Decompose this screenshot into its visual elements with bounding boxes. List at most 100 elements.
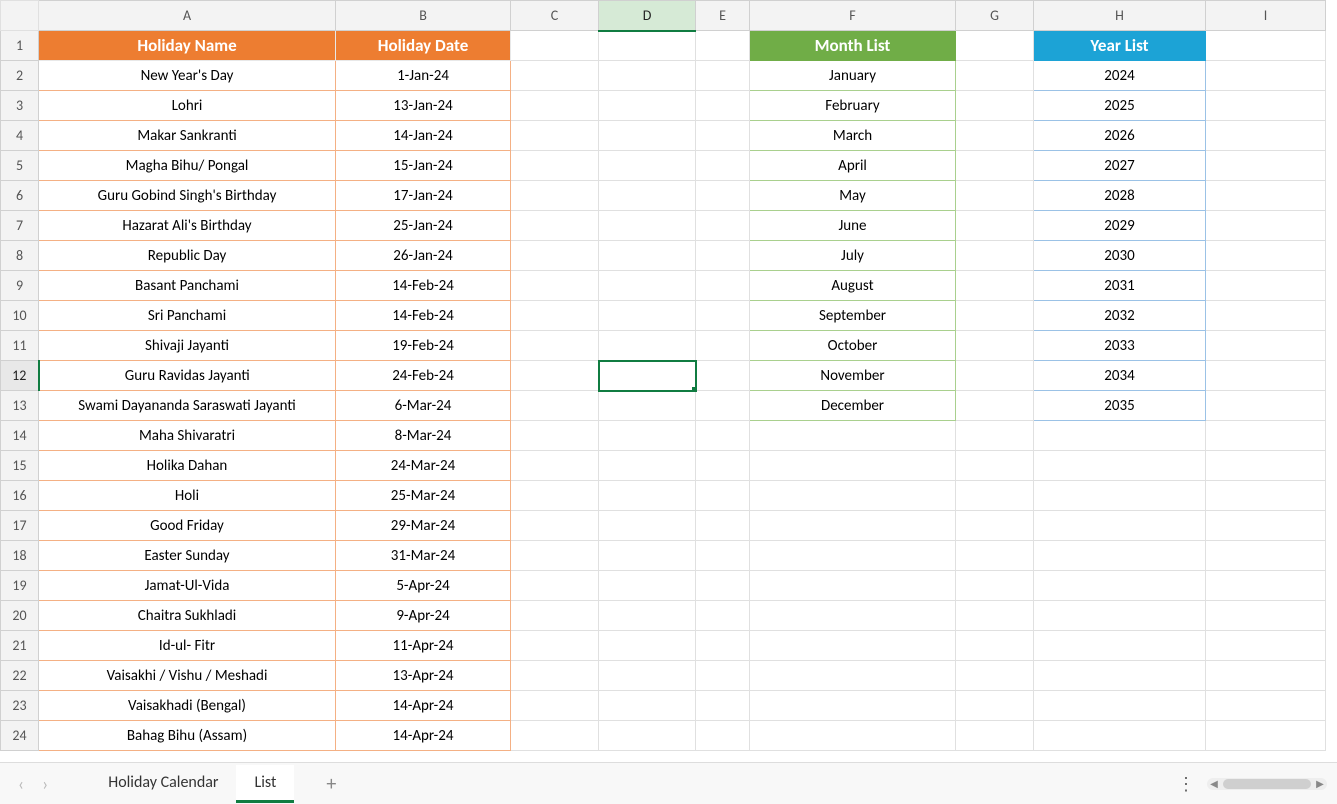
cell-G2[interactable] — [956, 61, 1034, 91]
cell-E23[interactable] — [696, 691, 750, 721]
cell-B14[interactable]: 8-Mar-24 — [336, 421, 511, 451]
cell-I19[interactable] — [1206, 571, 1326, 601]
cell-F16[interactable] — [750, 481, 956, 511]
cell-E14[interactable] — [696, 421, 750, 451]
cell-D13[interactable] — [599, 391, 696, 421]
row-header-3[interactable]: 3 — [1, 91, 39, 121]
cell-D14[interactable] — [599, 421, 696, 451]
cell-A6[interactable]: Guru Gobind Singh's Birthday — [39, 181, 336, 211]
cell-C21[interactable] — [511, 631, 599, 661]
cell-I18[interactable] — [1206, 541, 1326, 571]
sheet-tab-holiday-calendar[interactable]: Holiday Calendar — [90, 765, 236, 803]
cell-B18[interactable]: 31-Mar-24 — [336, 541, 511, 571]
cell-D8[interactable] — [599, 241, 696, 271]
cell-H1[interactable]: Year List — [1034, 31, 1206, 61]
cell-E24[interactable] — [696, 721, 750, 751]
add-sheet-button[interactable]: + — [318, 768, 344, 800]
cell-G4[interactable] — [956, 121, 1034, 151]
cell-A12[interactable]: Guru Ravidas Jayanti — [39, 361, 336, 391]
cell-H10[interactable]: 2032 — [1034, 301, 1206, 331]
row-header-22[interactable]: 22 — [1, 661, 39, 691]
cell-F3[interactable]: February — [750, 91, 956, 121]
cell-I22[interactable] — [1206, 661, 1326, 691]
cell-C1[interactable] — [511, 31, 599, 61]
cell-I5[interactable] — [1206, 151, 1326, 181]
cell-B20[interactable]: 9-Apr-24 — [336, 601, 511, 631]
cell-A20[interactable]: Chaitra Sukhladi — [39, 601, 336, 631]
cell-D11[interactable] — [599, 331, 696, 361]
row-header-10[interactable]: 10 — [1, 301, 39, 331]
row-header-15[interactable]: 15 — [1, 451, 39, 481]
cell-F4[interactable]: March — [750, 121, 956, 151]
cell-G21[interactable] — [956, 631, 1034, 661]
cell-C5[interactable] — [511, 151, 599, 181]
cell-B22[interactable]: 13-Apr-24 — [336, 661, 511, 691]
cell-A17[interactable]: Good Friday — [39, 511, 336, 541]
cell-F20[interactable] — [750, 601, 956, 631]
cell-G6[interactable] — [956, 181, 1034, 211]
cell-C22[interactable] — [511, 661, 599, 691]
cell-H6[interactable]: 2028 — [1034, 181, 1206, 211]
cell-F11[interactable]: October — [750, 331, 956, 361]
cell-H24[interactable] — [1034, 721, 1206, 751]
row-header-23[interactable]: 23 — [1, 691, 39, 721]
cell-A22[interactable]: Vaisakhi / Vishu / Meshadi — [39, 661, 336, 691]
cell-E16[interactable] — [696, 481, 750, 511]
cell-G14[interactable] — [956, 421, 1034, 451]
row-header-8[interactable]: 8 — [1, 241, 39, 271]
cell-E20[interactable] — [696, 601, 750, 631]
cell-H11[interactable]: 2033 — [1034, 331, 1206, 361]
cell-E9[interactable] — [696, 271, 750, 301]
row-header-1[interactable]: 1 — [1, 31, 39, 61]
cell-I20[interactable] — [1206, 601, 1326, 631]
cell-F10[interactable]: September — [750, 301, 956, 331]
cell-H23[interactable] — [1034, 691, 1206, 721]
cell-C8[interactable] — [511, 241, 599, 271]
cell-E22[interactable] — [696, 661, 750, 691]
cell-C16[interactable] — [511, 481, 599, 511]
cell-C6[interactable] — [511, 181, 599, 211]
cell-G16[interactable] — [956, 481, 1034, 511]
cell-A1[interactable]: Holiday Name — [39, 31, 336, 61]
cell-H18[interactable] — [1034, 541, 1206, 571]
cell-I6[interactable] — [1206, 181, 1326, 211]
cell-A21[interactable]: Id-ul- Fitr — [39, 631, 336, 661]
cell-D1[interactable] — [599, 31, 696, 61]
cell-B21[interactable]: 11-Apr-24 — [336, 631, 511, 661]
cell-I1[interactable] — [1206, 31, 1326, 61]
column-header-D[interactable]: D — [599, 1, 696, 31]
cell-I24[interactable] — [1206, 721, 1326, 751]
cell-F21[interactable] — [750, 631, 956, 661]
tab-next-icon[interactable]: › — [34, 771, 56, 797]
cell-H20[interactable] — [1034, 601, 1206, 631]
cell-D3[interactable] — [599, 91, 696, 121]
row-header-4[interactable]: 4 — [1, 121, 39, 151]
cell-H14[interactable] — [1034, 421, 1206, 451]
cell-B8[interactable]: 26-Jan-24 — [336, 241, 511, 271]
cell-D20[interactable] — [599, 601, 696, 631]
cell-G20[interactable] — [956, 601, 1034, 631]
cell-I9[interactable] — [1206, 271, 1326, 301]
cell-C20[interactable] — [511, 601, 599, 631]
cell-B24[interactable]: 14-Apr-24 — [336, 721, 511, 751]
cell-D12[interactable] — [599, 361, 696, 391]
cell-H7[interactable]: 2029 — [1034, 211, 1206, 241]
cell-I15[interactable] — [1206, 451, 1326, 481]
cell-I16[interactable] — [1206, 481, 1326, 511]
cell-G17[interactable] — [956, 511, 1034, 541]
cell-I14[interactable] — [1206, 421, 1326, 451]
row-header-18[interactable]: 18 — [1, 541, 39, 571]
cell-E4[interactable] — [696, 121, 750, 151]
cell-C4[interactable] — [511, 121, 599, 151]
cell-I13[interactable] — [1206, 391, 1326, 421]
cell-E13[interactable] — [696, 391, 750, 421]
cell-E3[interactable] — [696, 91, 750, 121]
cell-G13[interactable] — [956, 391, 1034, 421]
row-header-14[interactable]: 14 — [1, 421, 39, 451]
cell-A9[interactable]: Basant Panchami — [39, 271, 336, 301]
cell-B10[interactable]: 14-Feb-24 — [336, 301, 511, 331]
row-header-24[interactable]: 24 — [1, 721, 39, 751]
cell-A10[interactable]: Sri Panchami — [39, 301, 336, 331]
cell-E18[interactable] — [696, 541, 750, 571]
cell-E21[interactable] — [696, 631, 750, 661]
